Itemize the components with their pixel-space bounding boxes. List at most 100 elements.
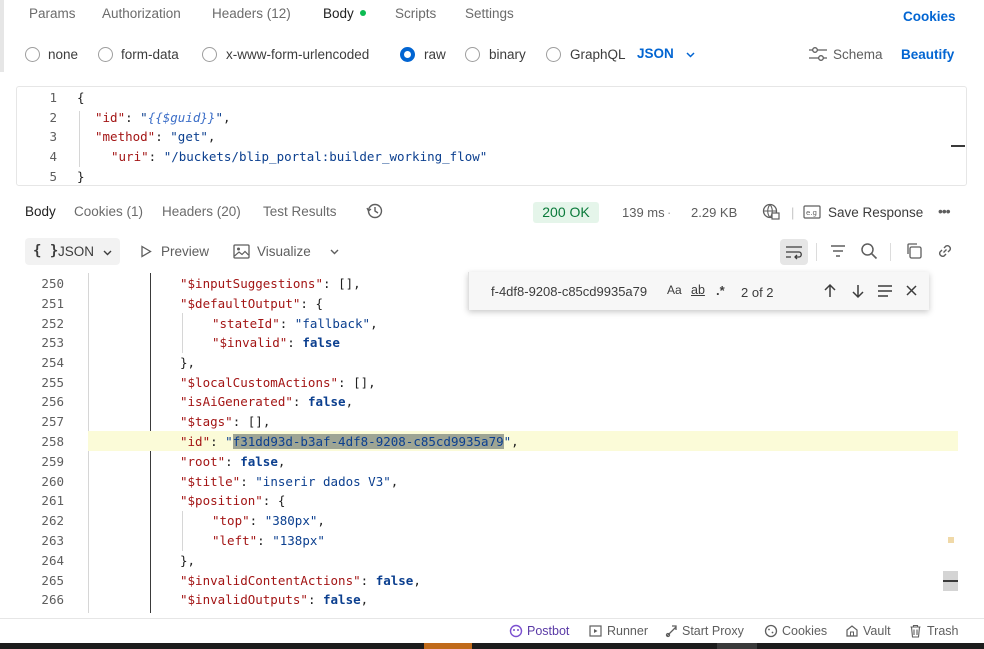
response-tab-cookies[interactable]: Cookies (1) [74,204,143,219]
save-response-button[interactable]: Save Response [828,205,923,220]
tab-settings[interactable]: Settings [465,6,514,21]
filter-icon[interactable] [829,243,847,259]
separator-bar: | [791,205,795,220]
radio-binary-label[interactable]: binary [489,47,526,62]
search-match: f31dd93d-b3af-4df8-9208-c85cd9935a79 [232,434,504,449]
link-icon[interactable] [936,242,954,260]
response-time: 139 ms [622,205,665,220]
chevron-down-icon[interactable] [329,246,340,257]
wrap-lines-button[interactable] [780,239,808,265]
tab-params[interactable]: Params [29,6,76,21]
chevron-down-icon[interactable] [685,49,696,60]
arrow-down-icon[interactable] [851,283,865,299]
vault-icon [846,625,858,637]
more-options-icon[interactable]: ••• [938,203,951,219]
scrollbar-marker [951,145,965,147]
match-count: 2 of 2 [741,285,774,300]
json-line: 266 "$invalidOutputs": false, [41,592,369,607]
json-line: 256 "isAiGenerated": false, [41,394,354,409]
search-icon[interactable] [860,242,878,260]
close-icon[interactable] [905,284,918,297]
radio-urlencoded[interactable] [202,47,217,62]
request-body-editor[interactable]: 1 2 3 4 5 { "id": "{{$guid}}", "method":… [16,86,967,186]
radio-raw[interactable] [400,47,415,62]
beautify-button[interactable]: Beautify [901,47,954,62]
visualize-button[interactable]: Visualize [257,244,311,259]
runner-icon [589,625,602,637]
save-response-icon: e.g [803,205,821,219]
proxy-icon [665,625,677,638]
response-size: 2.29 KB [691,205,738,220]
trash-button[interactable]: Trash [927,624,959,638]
cookies-link[interactable]: Cookies [903,9,956,24]
code-line: "id": "{{$guid}}", [95,110,231,125]
json-line: 264}, [41,553,196,568]
json-line: 252 "stateId": "fallback", [41,316,378,331]
chevron-down-icon [103,250,112,256]
request-tabs: Params Authorization Headers (12) Body S… [0,0,984,30]
json-line: 265 "$invalidContentActions": false, [41,573,421,588]
regex-toggle[interactable]: .* [716,283,725,298]
tab-authorization[interactable]: Authorization [102,6,181,21]
radio-graphql[interactable] [546,47,561,62]
toolbar-divider [890,243,891,261]
trash-icon [910,624,921,638]
tab-body[interactable]: Body [323,6,366,21]
response-format-select[interactable]: { } JSON [25,238,120,265]
schema-button[interactable]: Schema [833,47,883,62]
find-widget: f-4df8-9208-c85cd9935a79 Aa ab .* 2 of 2 [468,272,929,310]
response-body-viewer[interactable]: 250 "$inputSuggestions": [], 251 "$default… [0,273,960,613]
radio-raw-label[interactable]: raw [424,47,446,62]
response-tab-test-results[interactable]: Test Results [263,204,337,219]
response-tab-headers[interactable]: Headers (20) [162,204,241,219]
taskbar-app-indicator [717,643,757,649]
body-format-select[interactable]: JSON [637,46,674,61]
history-icon[interactable] [366,202,384,220]
postbot-icon [509,624,523,638]
radio-form-data-label[interactable]: form-data [121,47,179,62]
status-badge: 200 OK [533,202,599,223]
radio-none-label[interactable]: none [48,47,78,62]
response-tab-body[interactable]: Body [25,204,56,219]
vault-button[interactable]: Vault [863,624,891,638]
scrollbar-marker [948,537,954,543]
status-bar: Postbot Runner Start Proxy Cookies Vault… [0,618,984,642]
code-line: "method": "get", [95,129,216,144]
find-input[interactable]: f-4df8-9208-c85cd9935a79 [491,284,647,299]
radio-binary[interactable] [465,47,480,62]
cookies-status-button[interactable]: Cookies [782,624,827,638]
tab-scripts[interactable]: Scripts [395,6,436,21]
scrollbar-thumb[interactable] [943,571,958,591]
line-number: 4 [49,149,57,164]
body-format-label: JSON [637,46,674,61]
radio-graphql-label[interactable]: GraphQL [570,47,626,62]
copy-icon[interactable] [905,242,923,260]
match-case-toggle[interactable]: Aa [667,283,682,297]
json-line: 262 "top": "380px", [41,513,325,528]
json-line: 259 "root": false, [41,454,286,469]
image-icon [233,244,250,259]
radio-form-data[interactable] [98,47,113,62]
radio-none[interactable] [25,47,40,62]
line-number: 3 [49,129,57,144]
find-in-selection-icon[interactable] [877,284,893,298]
postbot-button[interactable]: Postbot [527,624,569,638]
json-line: 261 "$position": { [41,493,286,508]
modified-dot-icon [359,10,366,17]
wrap-lines-icon [786,246,802,260]
os-taskbar [0,643,984,649]
runner-button[interactable]: Runner [607,624,648,638]
schema-icon [809,47,827,61]
braces-icon: { } [33,243,59,259]
whole-word-toggle[interactable]: ab [691,283,705,297]
globe-lock-icon[interactable] [762,203,780,221]
tab-body-label: Body [323,6,354,21]
play-icon [141,245,152,258]
arrow-up-icon[interactable] [823,283,837,299]
tab-headers[interactable]: Headers (12) [212,6,291,21]
start-proxy-button[interactable]: Start Proxy [682,624,744,638]
svg-text:e.g: e.g [806,209,817,217]
toolbar-divider [816,243,817,261]
radio-urlencoded-label[interactable]: x-www-form-urlencoded [226,47,369,62]
preview-button[interactable]: Preview [161,244,209,259]
